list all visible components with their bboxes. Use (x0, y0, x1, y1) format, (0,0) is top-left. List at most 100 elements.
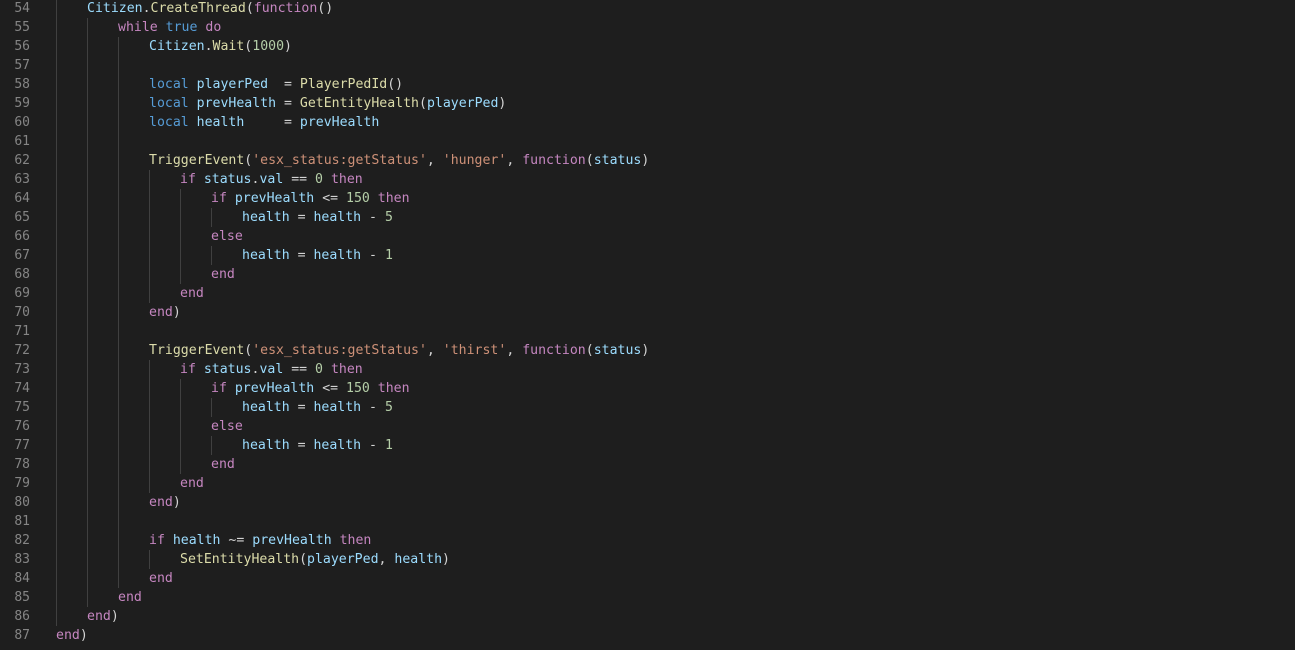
code-token: 'esx_status:getStatus' (252, 153, 427, 168)
code-token: PlayerPedId (299, 77, 388, 92)
code-token: 150 (346, 191, 370, 206)
code-editor[interactable]: 54 Citizen.CreateThread(function() 55 while… (0, 0, 1295, 650)
code-text: end (118, 588, 142, 607)
line-number: 70 (14, 305, 30, 320)
code-token: ) (498, 96, 507, 111)
code-line[interactable]: 78 end (0, 455, 1295, 474)
line-number: 85 (14, 590, 30, 605)
code-line[interactable]: 63 if status.val == 0 then (0, 170, 1295, 189)
code-line[interactable]: 61 (0, 132, 1295, 151)
code-line[interactable]: 73 if status.val == 0 then (0, 360, 1295, 379)
indent-guide (118, 37, 119, 588)
code-line[interactable]: 81 (0, 512, 1295, 531)
code-line[interactable]: 77 health = health - 1 (0, 436, 1295, 455)
code-token: else (211, 419, 243, 434)
code-token: CreateThread (150, 1, 246, 16)
code-text: end) (149, 303, 181, 322)
code-token: = (276, 96, 300, 111)
code-token: ) (284, 39, 292, 54)
code-token: local (149, 77, 189, 92)
code-line[interactable]: 69 end (0, 284, 1295, 303)
code-text: TriggerEvent ('esx_status:getStatus', 'th… (149, 341, 649, 360)
code-token: ) (442, 552, 450, 567)
code-line[interactable]: 86 end) (0, 607, 1295, 626)
code-text: if health ~= prevHealth then (149, 531, 371, 550)
code-token: status (203, 362, 252, 377)
code-line[interactable]: 56 Citizen.Wait(1000) (0, 37, 1295, 56)
code-line[interactable]: 54 Citizen.CreateThread(function() (0, 0, 1295, 18)
code-line[interactable]: 55 while true do (0, 18, 1295, 37)
code-line[interactable]: 57 (0, 56, 1295, 75)
code-line[interactable]: 66 else (0, 227, 1295, 246)
code-token: function (522, 153, 586, 168)
code-line[interactable]: 68 end (0, 265, 1295, 284)
code-line[interactable]: 62 TriggerEvent ('esx_status:getStatus', '… (0, 151, 1295, 170)
code-line[interactable]: 60 local health = prevHealth (0, 113, 1295, 132)
code-line[interactable]: 72 TriggerEvent ('esx_status:getStatus', '… (0, 341, 1295, 360)
code-text: end (180, 474, 204, 493)
code-line[interactable]: 74 if prevHealth <= 150 then (0, 379, 1295, 398)
line-number: 84 (14, 571, 30, 586)
code-line[interactable]: 65 health = health - 5 (0, 208, 1295, 227)
line-number: 77 (14, 438, 30, 453)
code-line[interactable]: 84 end (0, 569, 1295, 588)
code-token: ) (110, 609, 119, 624)
line-number: 60 (14, 115, 30, 130)
code-line[interactable]: 80 end) (0, 493, 1295, 512)
code-line[interactable]: 58 local playerPed = PlayerPedId() (0, 75, 1295, 94)
code-text: end) (149, 493, 181, 512)
code-token: status (593, 343, 642, 358)
code-token: ( (585, 153, 594, 168)
code-token: 0 (315, 172, 323, 187)
code-token: == (283, 362, 316, 377)
code-text: end (211, 265, 235, 284)
code-line[interactable]: 75 health = health - 5 (0, 398, 1295, 417)
code-line[interactable]: 70 end) (0, 303, 1295, 322)
code-line[interactable]: 59 local prevHealth = GetEntityHealth(pla… (0, 94, 1295, 113)
code-token: SetEntityHealth (180, 552, 300, 567)
code-token: playerPed (307, 552, 379, 567)
code-token: prevHealth (234, 191, 315, 206)
code-line[interactable]: 85 end (0, 588, 1295, 607)
code-token: playerPed (196, 77, 269, 92)
code-text: end) (87, 607, 119, 626)
code-line[interactable]: 71 (0, 322, 1295, 341)
line-number: 86 (14, 609, 30, 624)
code-token: end (211, 457, 235, 472)
code-token: ( (418, 96, 427, 111)
line-number: 78 (14, 457, 30, 472)
code-line[interactable]: 79 end (0, 474, 1295, 493)
code-text: end (149, 569, 173, 588)
code-line[interactable]: 83 SetEntityHealth(playerPed, health) (0, 550, 1295, 569)
code-token: () (317, 1, 334, 16)
code-line[interactable]: 87 end) (0, 626, 1295, 645)
line-number: 74 (14, 381, 30, 396)
code-token: ) (79, 628, 88, 643)
code-token: function (522, 343, 586, 358)
code-token: () (387, 77, 404, 92)
code-token: - (361, 438, 385, 453)
code-token: , (506, 153, 523, 168)
code-text: else (211, 227, 243, 246)
code-token: ) (172, 495, 181, 510)
code-token: health (242, 210, 290, 225)
code-token: health (313, 248, 362, 263)
code-line[interactable]: 76 else (0, 417, 1295, 436)
code-token: Citizen (87, 1, 143, 16)
code-line[interactable]: 67 health = health - 1 (0, 246, 1295, 265)
code-token: ( (245, 1, 254, 16)
code-token: if (211, 381, 227, 396)
code-text: health = health - 1 (242, 246, 393, 265)
code-token: 1000 (252, 39, 285, 54)
code-text: end (211, 455, 235, 474)
code-line[interactable]: 82 if health ~= prevHealth then (0, 531, 1295, 550)
line-number: 79 (14, 476, 30, 491)
indent-guide (211, 436, 212, 455)
code-token: Citizen (149, 39, 205, 54)
code-line[interactable]: 64 if prevHealth <= 150 then (0, 189, 1295, 208)
